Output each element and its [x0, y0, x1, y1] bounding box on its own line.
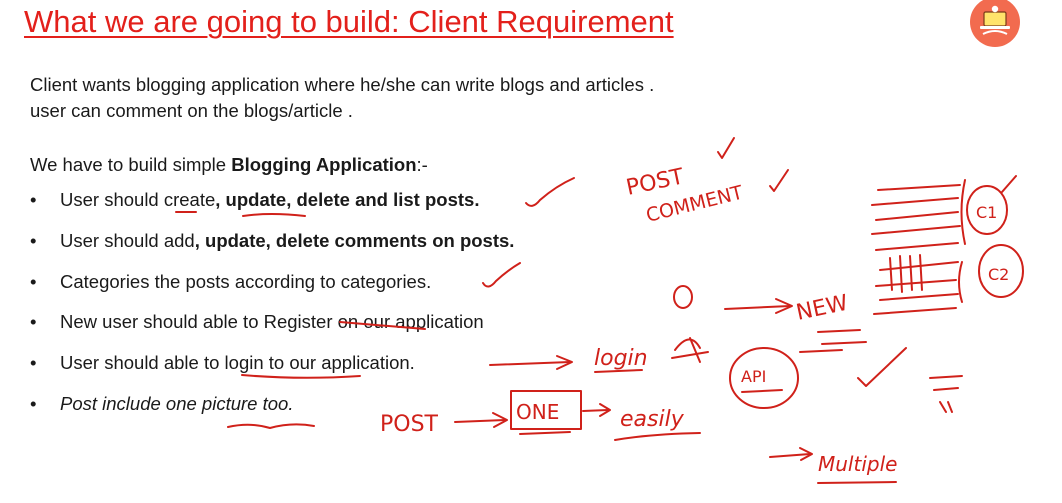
annotation-api: API	[741, 367, 766, 386]
bullet: •	[30, 352, 37, 374]
annotation-circle-1: C1	[976, 203, 997, 222]
requirement-text: New user should able to Register on our …	[60, 311, 484, 333]
arrow-right-icon	[724, 305, 791, 310]
lead-bold: Blogging Application	[231, 154, 417, 175]
checkmark-icon	[857, 347, 907, 387]
annotation-login: login	[594, 346, 648, 371]
comment-circle	[966, 185, 1008, 235]
arrow-right-icon	[489, 361, 571, 366]
requirement-text: User should able to login to our applica…	[60, 352, 415, 374]
bullet: •	[30, 392, 37, 414]
channel-logo-icon	[965, 0, 1025, 48]
annotation-post: POST	[624, 164, 686, 201]
lead-suffix: :-	[416, 154, 428, 175]
lead-sentence: We have to build simple Blogging Applica…	[30, 154, 428, 176]
checkmark-icon	[717, 137, 735, 159]
annotation-post-2: POST	[380, 412, 439, 437]
slide-title: What we are going to build: Client Requi…	[24, 4, 674, 39]
intro-line: Client wants blogging application where …	[30, 74, 655, 95]
arrow-right-icon	[454, 419, 506, 423]
one-box	[510, 390, 582, 430]
intro-paragraph: Client wants blogging application where …	[30, 72, 654, 124]
requirement-text: User should add, update, delete comments…	[60, 229, 515, 251]
bullet: •	[30, 229, 37, 251]
bullet: •	[30, 311, 37, 333]
comment-circle	[978, 244, 1024, 298]
annotation-one: ONE	[516, 400, 559, 424]
bullet: •	[30, 189, 37, 210]
annotation-comment: COMMENT	[644, 182, 746, 227]
arrow-right-icon	[769, 453, 811, 458]
lead-prefix: We have to build simple	[30, 154, 232, 175]
requirement-text: Post include one picture too.	[60, 392, 294, 414]
bullet: •	[30, 270, 37, 292]
checkmark-icon	[482, 262, 521, 288]
intro-line: user can comment on the blogs/article .	[30, 100, 353, 121]
annotation-multiple: Multiple	[818, 452, 897, 476]
api-circle	[729, 347, 799, 409]
annotation-new: NEW	[794, 291, 850, 326]
annotation-circle-2: C2	[988, 265, 1009, 284]
annotation-easily: easily	[620, 407, 685, 432]
checkmark-icon	[525, 177, 575, 207]
presentation-slide: What we are going to build: Client Requi…	[0, 0, 1062, 503]
circle-mark	[673, 285, 693, 309]
requirement-text: User should create, update, delete and l…	[60, 189, 480, 210]
checkmark-icon	[769, 169, 789, 192]
requirement-text: Categories the posts according to catego…	[60, 270, 432, 292]
